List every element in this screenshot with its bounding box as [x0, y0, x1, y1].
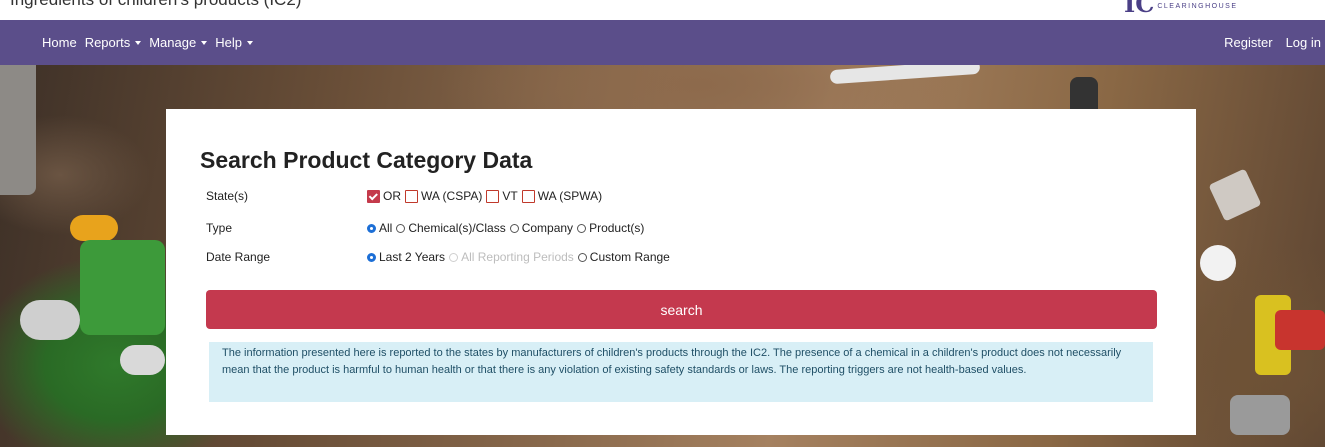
nav-left: Home Reports Manage Help — [42, 20, 261, 65]
state-wa-cspa-label: WA (CSPA) — [421, 189, 483, 203]
toy-decoration — [1230, 395, 1290, 435]
toy-decoration — [1200, 245, 1236, 281]
states-label: State(s) — [206, 189, 249, 203]
type-product-option[interactable]: Product(s) — [577, 221, 644, 235]
date-last-2-years-label: Last 2 Years — [379, 250, 446, 264]
nav-manage[interactable]: Manage — [149, 35, 208, 50]
radio-icon[interactable] — [396, 223, 406, 233]
nav-help[interactable]: Help — [215, 35, 253, 50]
nav-reports-label: Reports — [84, 35, 131, 50]
date-last-2-years-option[interactable]: Last 2 Years — [367, 250, 445, 264]
top-strip: Ingredients of children's products (IC2)… — [0, 0, 1325, 20]
nav-reports[interactable]: Reports — [85, 35, 142, 50]
radio-selected-icon[interactable] — [367, 223, 376, 233]
state-or-option[interactable]: OR — [367, 189, 401, 203]
caret-down-icon — [135, 40, 142, 45]
radio-icon[interactable] — [577, 223, 587, 233]
date-range-label: Date Range — [206, 250, 271, 264]
toy-decoration — [70, 215, 118, 241]
radio-selected-icon[interactable] — [367, 252, 376, 262]
toy-decoration — [20, 300, 80, 340]
date-custom-range-option[interactable]: Custom Range — [577, 250, 670, 264]
nav-home[interactable]: Home — [42, 35, 77, 50]
search-button[interactable]: search — [206, 290, 1157, 329]
toy-decoration — [1275, 310, 1325, 350]
logo-text: CLEARINGHOUSE — [1157, 3, 1238, 10]
type-row: Type All Chemical(s)/Class Company Produ… — [206, 218, 648, 238]
disclaimer-alert: The information presented here is report… — [209, 342, 1153, 402]
search-card: Search Product Category Data State(s) OR… — [166, 109, 1196, 435]
radio-icon[interactable] — [577, 252, 587, 262]
ic2-logo[interactable]: IC CLEARINGHOUSE — [1124, 0, 1238, 18]
state-vt-option[interactable]: VT — [486, 189, 518, 203]
toy-decoration — [80, 240, 165, 335]
type-label: Type — [206, 221, 233, 235]
state-wa-spwa-label: WA (SPWA) — [537, 189, 603, 203]
type-chemical-option[interactable]: Chemical(s)/Class — [396, 221, 506, 235]
checkbox-icon[interactable] — [405, 189, 418, 203]
checkbox-icon[interactable] — [486, 189, 500, 203]
type-product-label: Product(s) — [589, 221, 645, 235]
nav-manage-label: Manage — [149, 35, 197, 50]
date-range-row: Date Range Last 2 Years All Reporting Pe… — [206, 247, 674, 267]
toy-decoration — [1208, 168, 1262, 222]
state-vt-label: VT — [502, 189, 518, 203]
type-all-option[interactable]: All — [367, 221, 392, 235]
type-all-label: All — [379, 221, 393, 235]
state-wa-spwa-option[interactable]: WA (SPWA) — [521, 189, 603, 203]
page-title: Search Product Category Data — [200, 147, 533, 173]
state-or-label: OR — [383, 189, 401, 203]
register-link[interactable]: Register — [1224, 35, 1272, 50]
nav-home-label: Home — [42, 35, 77, 50]
checkbox-checked-icon[interactable] — [367, 189, 380, 203]
toy-decoration — [829, 65, 981, 85]
type-company-label: Company — [521, 221, 574, 235]
date-custom-range-label: Custom Range — [589, 250, 670, 264]
nav-right: Register Log in — [1211, 20, 1321, 65]
nav-help-label: Help — [215, 35, 242, 50]
states-row: State(s) OR WA (CSPA) VT WA (SPWA) — [206, 186, 606, 206]
date-all-periods-label: All Reporting Periods — [461, 250, 574, 264]
date-all-periods-option: All Reporting Periods — [449, 250, 574, 264]
site-title: Ingredients of children's products (IC2) — [10, 0, 301, 10]
toy-decoration — [0, 65, 36, 195]
logo-mark: IC — [1124, 0, 1155, 18]
main-navbar: Home Reports Manage Help Register Log in — [0, 20, 1325, 65]
checkbox-icon[interactable] — [521, 189, 535, 203]
radio-disabled-icon — [449, 252, 459, 262]
toy-decoration — [120, 345, 165, 375]
type-chemical-label: Chemical(s)/Class — [408, 221, 506, 235]
state-wa-cspa-option[interactable]: WA (CSPA) — [405, 189, 482, 203]
caret-down-icon — [246, 40, 253, 45]
caret-down-icon — [201, 40, 208, 45]
type-company-option[interactable]: Company — [509, 221, 574, 235]
login-link[interactable]: Log in — [1286, 35, 1321, 50]
radio-icon[interactable] — [509, 223, 519, 233]
